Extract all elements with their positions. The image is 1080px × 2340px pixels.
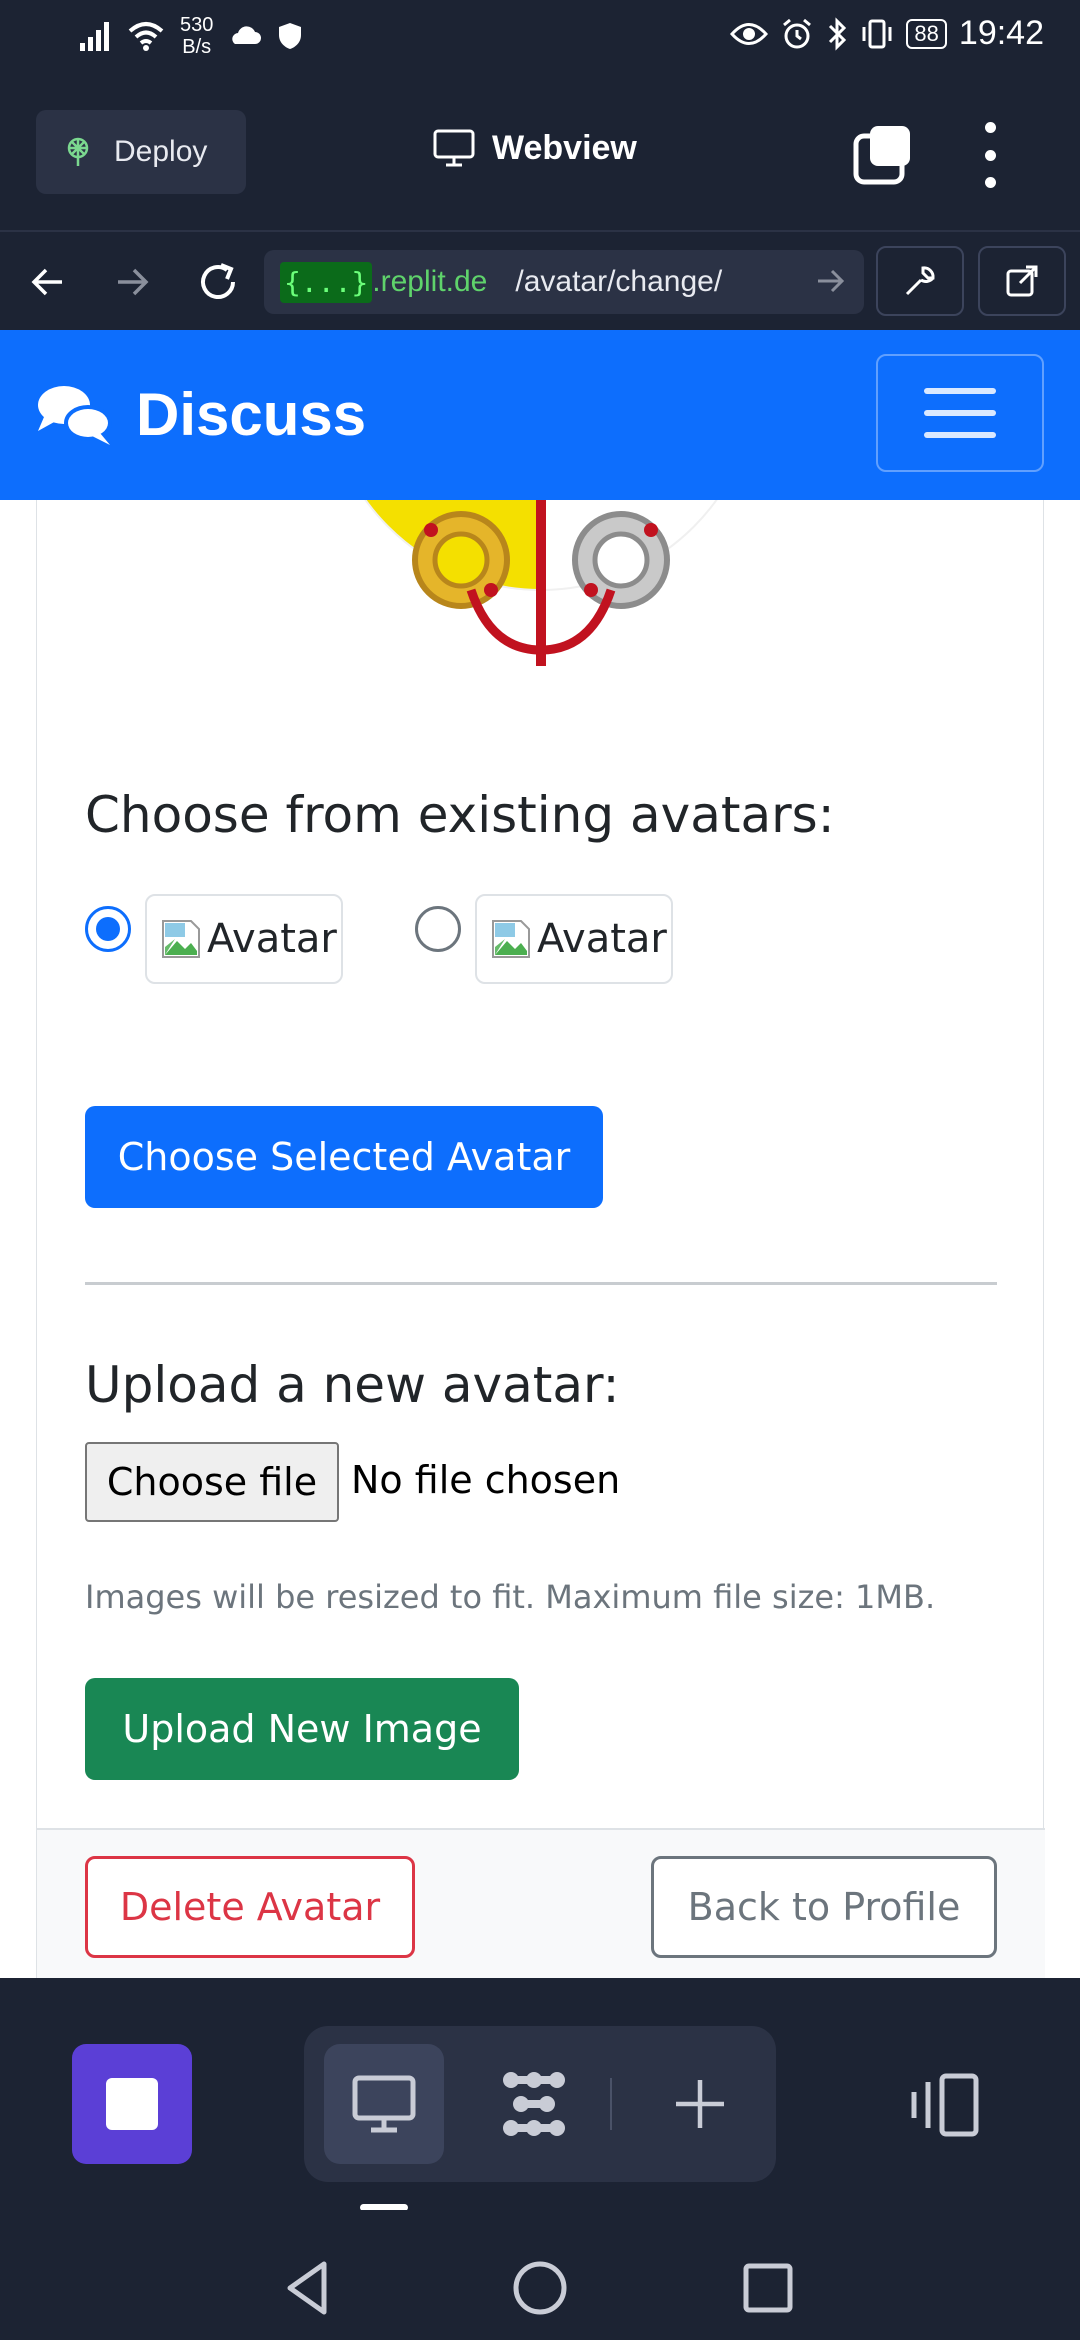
back-arrow-icon[interactable] xyxy=(20,254,76,310)
choose-file-button[interactable]: Choose file xyxy=(85,1442,339,1522)
url-host: .replit.de xyxy=(372,265,488,298)
replit-top-bar: Deploy Webview xyxy=(0,76,1080,228)
replit-bottom-bar xyxy=(0,1978,1080,2208)
deploy-icon xyxy=(67,137,89,166)
eye-icon xyxy=(730,22,769,45)
nodes-icon xyxy=(503,2072,565,2136)
tools-pane-button[interactable] xyxy=(474,2044,594,2164)
url-path: /avatar/change/ xyxy=(515,265,723,298)
clock: 19:42 xyxy=(958,14,1044,52)
stop-button[interactable] xyxy=(72,2044,192,2164)
net-speed: 530 B/s xyxy=(180,14,214,58)
forward-arrow-icon[interactable] xyxy=(104,254,160,310)
site-navbar: Discuss xyxy=(0,330,1080,500)
more-menu-icon[interactable] xyxy=(970,122,1010,188)
choose-avatar-heading: Choose from existing avatars: xyxy=(85,786,835,844)
webview-page: Discuss Choose from existing avatars: Av… xyxy=(0,330,1080,1978)
webview-pane-button[interactable] xyxy=(324,2044,444,2164)
system-back-icon[interactable] xyxy=(280,2258,340,2318)
brand-name: Discuss xyxy=(136,381,367,448)
wifi-icon xyxy=(128,22,164,51)
avatar-option-1[interactable]: Avatar xyxy=(145,894,343,984)
choose-selected-avatar-button[interactable]: Choose Selected Avatar xyxy=(85,1106,603,1208)
pane-switcher xyxy=(304,2026,776,2182)
avatar-option-2[interactable]: Avatar xyxy=(475,894,673,984)
wrench-icon xyxy=(905,266,935,296)
separator xyxy=(610,2078,612,2130)
system-nav-bar xyxy=(0,2210,1080,2340)
broken-image-icon xyxy=(162,920,200,958)
monitor-icon xyxy=(352,2075,416,2133)
divider xyxy=(85,1282,997,1285)
signal-icon xyxy=(80,22,109,51)
upload-new-image-button[interactable]: Upload New Image xyxy=(85,1678,519,1780)
go-arrow-icon[interactable] xyxy=(814,264,848,298)
system-home-icon[interactable] xyxy=(510,2258,570,2318)
deploy-button[interactable]: Deploy xyxy=(36,110,246,194)
status-bar: 530 B/s 88 19:42 xyxy=(0,0,1080,76)
avatar-option-label: Avatar xyxy=(207,916,337,962)
open-external-button[interactable] xyxy=(978,246,1066,316)
navbar-toggler[interactable] xyxy=(876,354,1044,472)
plus-icon xyxy=(676,2080,724,2128)
external-link-icon xyxy=(1006,265,1038,297)
alarm-icon xyxy=(783,18,812,48)
back-to-profile-button[interactable]: Back to Profile xyxy=(651,1856,997,1958)
broken-image-icon xyxy=(492,920,530,958)
reload-icon[interactable] xyxy=(190,254,246,310)
avatar-radio-2[interactable] xyxy=(415,906,461,952)
stop-icon xyxy=(106,2078,158,2130)
layout-toggle-icon[interactable] xyxy=(908,2070,984,2140)
url-bar[interactable]: {...} .replit.de /avatar/change/ xyxy=(264,250,864,314)
avatar-option-label: Avatar xyxy=(537,916,667,962)
avatar-radio-1[interactable] xyxy=(85,906,131,952)
chat-bubbles-icon xyxy=(38,385,112,445)
bluetooth-icon xyxy=(829,16,847,51)
shield-icon xyxy=(279,23,302,49)
monitor-icon xyxy=(433,129,475,167)
system-recents-icon[interactable] xyxy=(738,2258,798,2318)
tabs-icon[interactable] xyxy=(852,124,914,186)
browser-nav-bar: {...} .replit.de /avatar/change/ xyxy=(0,230,1080,330)
webview-label: Webview xyxy=(492,128,637,167)
add-pane-button[interactable] xyxy=(640,2044,760,2164)
delete-avatar-button[interactable]: Delete Avatar xyxy=(85,1856,415,1958)
upload-help-text: Images will be resized to fit. Maximum f… xyxy=(85,1578,936,1616)
site-brand[interactable]: Discuss xyxy=(34,380,366,449)
avatar-card: Choose from existing avatars: Avatar Ava… xyxy=(36,330,1045,1978)
cloud-icon xyxy=(232,26,262,44)
upload-avatar-heading: Upload a new avatar: xyxy=(85,1356,620,1414)
devtools-button[interactable] xyxy=(876,246,964,316)
file-status: No file chosen xyxy=(351,1458,621,1502)
url-host-badge: {...} xyxy=(280,261,373,303)
battery-indicator: 88 xyxy=(906,18,947,49)
card-footer: Delete Avatar Back to Profile xyxy=(37,1828,1045,1978)
deploy-label: Deploy xyxy=(114,135,208,168)
vibrate-icon xyxy=(862,19,892,48)
webview-title: Webview xyxy=(432,128,637,168)
